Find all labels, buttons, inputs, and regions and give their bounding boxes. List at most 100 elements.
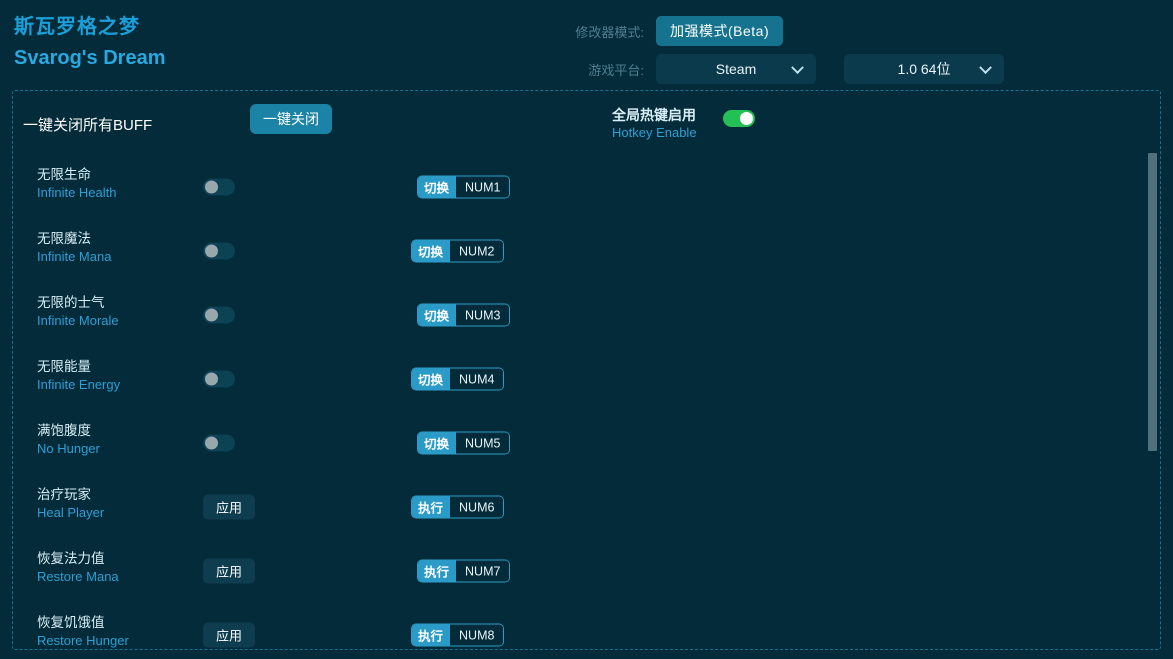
cheat-toggle[interactable] (203, 371, 235, 388)
close-all-label: 一键关闭所有BUFF (23, 114, 152, 135)
app-header: 斯瓦罗格之梦 Svarog's Dream 修改器模式: 加强模式(Beta) … (0, 0, 1173, 88)
cheat-label-chinese: 治疗玩家 (37, 486, 104, 504)
chevron-down-icon (979, 61, 992, 74)
cheat-row-control: 应用 (203, 559, 255, 584)
hotkey-group[interactable]: 执行NUM8 (411, 624, 504, 647)
cheat-row-control (203, 371, 235, 388)
cheat-row: 满饱腹度No Hunger 切换NUM5 (13, 411, 588, 475)
cheat-label-english: Infinite Mana (37, 248, 111, 266)
cheat-row-label: 无限能量Infinite Energy (37, 358, 120, 394)
cheat-row: 无限魔法Infinite Mana 切换NUM2 (13, 219, 588, 283)
cheat-row: 恢复饥饿值Restore Hunger 应用 执行NUM8 (13, 603, 588, 650)
hotkey-key[interactable]: NUM4 (449, 369, 503, 390)
hotkey-key[interactable]: NUM8 (449, 625, 503, 646)
platform-select[interactable]: Steam (656, 54, 816, 84)
cheat-label-chinese: 恢复饥饿值 (37, 614, 129, 632)
cheat-row-control: 应用 (203, 495, 255, 520)
version-select-value: 1.0 64位 (898, 59, 951, 79)
hotkey-action-label: 切换 (418, 305, 455, 326)
cheat-label-chinese: 恢复法力值 (37, 550, 119, 568)
cheat-row: 治疗玩家Heal Player 应用 执行NUM6 (13, 475, 588, 539)
cheats-panel: 一键关闭所有BUFF 一键关闭 全局热键启用 Hotkey Enable 无限生… (12, 90, 1161, 650)
hotkey-group[interactable]: 切换NUM5 (417, 432, 510, 455)
chevron-down-icon (791, 61, 804, 74)
cheat-row: 无限生命Infinite Health 切换NUM1 (13, 155, 588, 219)
close-all-section: 一键关闭所有BUFF 一键关闭 (13, 91, 588, 155)
cheat-label-english: Infinite Energy (37, 376, 120, 394)
platform-select-value: Steam (716, 61, 756, 77)
cheat-row-control (203, 179, 235, 196)
apply-button[interactable]: 应用 (203, 623, 255, 648)
platform-row: 游戏平台: Steam 1.0 64位 (570, 52, 1160, 86)
hotkey-enable-toggle[interactable] (723, 110, 755, 127)
hotkey-key[interactable]: NUM6 (449, 497, 503, 518)
apply-button[interactable]: 应用 (203, 559, 255, 584)
toggle-knob (740, 112, 753, 125)
cheat-row-control (203, 307, 235, 324)
apply-button[interactable]: 应用 (203, 495, 255, 520)
header-controls: 修改器模式: 加强模式(Beta) 游戏平台: Steam 1.0 64位 (570, 14, 1160, 90)
cheat-label-chinese: 无限魔法 (37, 230, 111, 248)
cheat-row-label: 无限魔法Infinite Mana (37, 230, 111, 266)
toggle-knob (205, 437, 218, 450)
hotkey-action-label: 执行 (412, 497, 449, 518)
hotkey-action-label: 切换 (412, 241, 449, 262)
cheat-row-label: 无限生命Infinite Health (37, 166, 117, 202)
trainer-mode-button[interactable]: 加强模式(Beta) (656, 16, 783, 46)
hotkey-group[interactable]: 切换NUM3 (417, 304, 510, 327)
hotkey-action-label: 切换 (418, 177, 455, 198)
hotkey-group[interactable]: 执行NUM7 (417, 560, 510, 583)
cheat-row: 无限的士气Infinite Morale 切换NUM3 (13, 283, 588, 347)
mode-label: 修改器模式: (570, 22, 656, 41)
cheats-panel-inner: 一键关闭所有BUFF 一键关闭 全局热键启用 Hotkey Enable 无限生… (13, 91, 1160, 649)
cheat-row-label: 恢复饥饿值Restore Hunger (37, 614, 129, 650)
hotkey-action-label: 切换 (412, 369, 449, 390)
panel-scrollbar[interactable] (1148, 91, 1157, 649)
cheat-row-label: 恢复法力值Restore Mana (37, 550, 119, 586)
hotkey-enable-label-chinese: 全局热键启用 (612, 105, 696, 125)
cheat-row-control: 应用 (203, 623, 255, 648)
platform-label: 游戏平台: (570, 60, 656, 79)
cheat-toggle[interactable] (203, 179, 235, 196)
hotkey-enable-label-english: Hotkey Enable (612, 125, 697, 140)
cheat-label-chinese: 无限的士气 (37, 294, 119, 312)
cheat-label-english: Heal Player (37, 504, 104, 522)
hotkey-key[interactable]: NUM2 (449, 241, 503, 262)
mode-row: 修改器模式: 加强模式(Beta) (570, 14, 1160, 48)
cheat-rows-list: 无限生命Infinite Health切换NUM1无限魔法Infinite Ma… (13, 155, 1160, 650)
trainer-window: 斯瓦罗格之梦 Svarog's Dream 修改器模式: 加强模式(Beta) … (0, 0, 1173, 659)
cheat-toggle[interactable] (203, 243, 235, 260)
hotkey-key[interactable]: NUM5 (455, 433, 509, 454)
hotkey-group[interactable]: 切换NUM2 (411, 240, 504, 263)
hotkey-group[interactable]: 执行NUM6 (411, 496, 504, 519)
hotkey-key[interactable]: NUM7 (455, 561, 509, 582)
hotkey-key[interactable]: NUM3 (455, 305, 509, 326)
toggle-knob (205, 181, 218, 194)
cheat-label-english: Restore Hunger (37, 632, 129, 650)
cheat-label-english: Infinite Health (37, 184, 117, 202)
hotkey-key[interactable]: NUM1 (455, 177, 509, 198)
cheat-row-label: 满饱腹度No Hunger (37, 422, 100, 458)
toggle-knob (205, 245, 218, 258)
cheat-label-chinese: 满饱腹度 (37, 422, 100, 440)
close-all-button[interactable]: 一键关闭 (250, 104, 332, 134)
hotkey-group[interactable]: 切换NUM4 (411, 368, 504, 391)
cheat-row-control (203, 243, 235, 260)
hotkey-action-label: 切换 (418, 433, 455, 454)
cheat-label-chinese: 无限生命 (37, 166, 117, 184)
toggle-knob (205, 309, 218, 322)
cheat-row-control (203, 435, 235, 452)
cheat-row-label: 无限的士气Infinite Morale (37, 294, 119, 330)
hotkey-enable-section: 全局热键启用 Hotkey Enable (588, 91, 1160, 155)
version-select[interactable]: 1.0 64位 (844, 54, 1004, 84)
cheat-label-chinese: 无限能量 (37, 358, 120, 376)
panel-top-strip: 一键关闭所有BUFF 一键关闭 全局热键启用 Hotkey Enable (13, 91, 1160, 155)
cheat-row-label: 治疗玩家Heal Player (37, 486, 104, 522)
cheat-row: 恢复法力值Restore Mana 应用 执行NUM7 (13, 539, 588, 603)
cheat-toggle[interactable] (203, 307, 235, 324)
cheat-label-english: No Hunger (37, 440, 100, 458)
scrollbar-thumb[interactable] (1148, 153, 1157, 451)
cheat-toggle[interactable] (203, 435, 235, 452)
toggle-knob (205, 373, 218, 386)
hotkey-group[interactable]: 切换NUM1 (417, 176, 510, 199)
